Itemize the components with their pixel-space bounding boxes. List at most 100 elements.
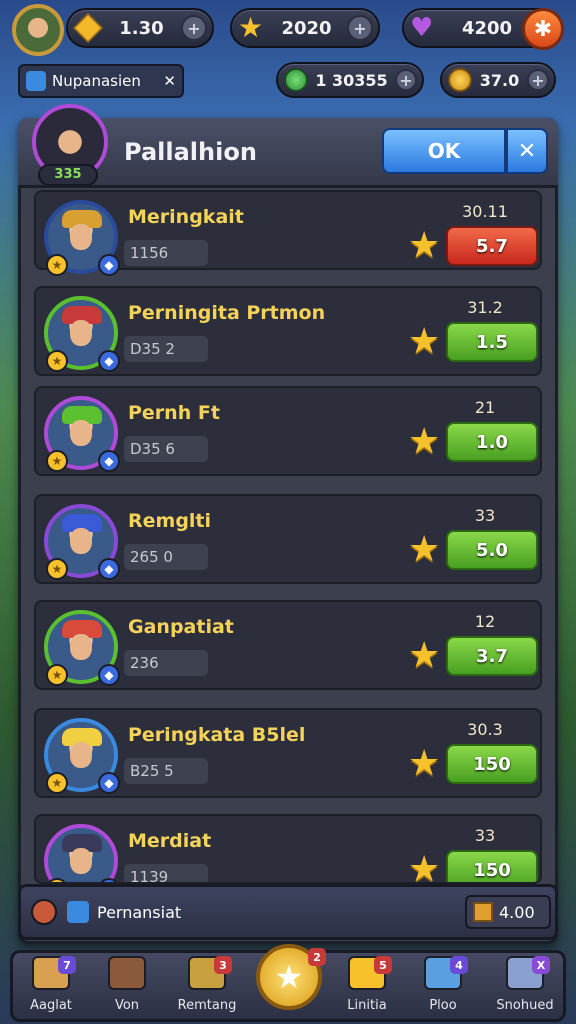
rank-badge-icon: ★	[46, 450, 68, 472]
reward-button[interactable]: 1.0	[446, 422, 538, 462]
nav-badge: 5	[374, 956, 392, 974]
location-chip[interactable]: Nupanasien ✕	[18, 64, 184, 98]
footer-value: 4.00	[499, 902, 535, 922]
face-icon	[70, 742, 92, 768]
footer-label: Pernansiat	[97, 903, 182, 922]
player-avatar: ★◆	[44, 396, 120, 472]
nav-item[interactable]: Von	[92, 954, 162, 1018]
player-name: Peringkata B5lel	[128, 724, 306, 746]
heart-gem-icon: ♥	[410, 13, 434, 43]
face-icon	[70, 528, 92, 554]
rank-badge-icon: ★	[46, 664, 68, 686]
player-score: 33	[474, 506, 496, 525]
player-avatar[interactable]	[12, 4, 64, 56]
reward-button[interactable]: 150	[446, 744, 538, 784]
add-resource-a-button[interactable]: +	[395, 69, 417, 91]
rank-badge-icon: ★	[46, 772, 68, 794]
gear-icon: ✱	[533, 16, 553, 42]
star-icon: ★	[408, 421, 441, 462]
map-icon	[26, 71, 46, 91]
star-icon: ★	[408, 529, 441, 570]
add-resource-b-button[interactable]: +	[527, 69, 549, 91]
player-avatar: ★◆	[44, 200, 120, 276]
nav-item[interactable]: Snohued X	[490, 954, 560, 1018]
nav-badge: 3	[214, 956, 232, 974]
star-icon: ★	[408, 635, 441, 676]
nav-label: Remtang	[177, 998, 237, 1013]
player-stat: 1156	[124, 240, 208, 266]
leaderboard-row[interactable]: ★ ◆ Ganpatiat 236 12 ★ 3.7	[34, 600, 542, 690]
player-name: Pernh Ft	[128, 402, 220, 424]
add-gold-button[interactable]: +	[181, 15, 207, 41]
star-counter: ★ 2020 +	[230, 8, 380, 48]
nav-item[interactable]: Ploo 4	[408, 954, 478, 1018]
leaderboard-row[interactable]: ★ ◆ Remglti 265 0 33 ★ 5.0	[34, 494, 542, 584]
player-name: Ganpatiat	[128, 616, 234, 638]
player-name: Perningita Prtmon	[128, 302, 326, 324]
nav-badge: 2	[308, 948, 326, 966]
leaderboard-row[interactable]: ★ ◆ Pernh Ft D35 6 21 ★ 1.0	[34, 386, 542, 476]
shop-icon	[108, 956, 146, 990]
gold-counter: 1.30 +	[66, 8, 214, 48]
player-stat: B25 5	[124, 758, 208, 784]
player-score: 30.3	[467, 720, 503, 739]
nav-badge: 7	[58, 956, 76, 974]
leaderboard-row[interactable]: ★ ◆ Meringkait 1156 30.11 ★ 5.7	[34, 190, 542, 276]
player-score: 30.11	[462, 202, 508, 221]
leaderboard-row[interactable]: ★◆ Merdiat 1139 33 ★150	[34, 814, 542, 884]
coin-icon	[448, 68, 472, 92]
player-avatar: ★◆	[44, 504, 120, 580]
face-icon	[70, 224, 92, 250]
player-name: Meringkait	[128, 206, 244, 228]
nav-item[interactable]: Aaglat 7	[16, 954, 86, 1018]
resource-a-counter: 1 30355 +	[276, 62, 424, 98]
player-name: Remglti	[128, 510, 212, 532]
footer-value-chip[interactable]: 4.00	[465, 895, 551, 929]
face-icon	[70, 848, 92, 874]
face-icon	[70, 634, 92, 660]
player-avatar: ★◆	[44, 824, 120, 882]
nav-item[interactable]: Linitia 5	[332, 954, 402, 1018]
nav-item[interactable]: ★ 2	[254, 944, 326, 1010]
reward-button[interactable]: 150	[446, 850, 538, 882]
class-badge-icon: ◆	[98, 350, 120, 372]
player-avatar: ★◆	[44, 610, 120, 686]
ok-button[interactable]: OK	[382, 128, 506, 174]
star-value: 2020	[281, 17, 332, 39]
player-stat: 265 0	[124, 544, 208, 570]
nav-label: Ploo	[429, 998, 457, 1013]
leaderboard-row[interactable]: ★ ◆ Perningita Prtmon D35 2 31.2 ★ 1.5	[34, 286, 542, 376]
player-stat: 1139	[124, 864, 208, 882]
rank-badge-icon: ★	[46, 350, 68, 372]
close-icon[interactable]: ✕	[163, 72, 176, 90]
panel-header: 335 Pallalhion OK ✕	[18, 104, 558, 188]
player-score: 21	[474, 398, 496, 417]
player-score: 33	[474, 826, 496, 845]
resource-b-value: 37.0	[479, 70, 520, 90]
footer-bar: Pernansiat 4.00	[18, 884, 558, 940]
star-icon: ★	[408, 321, 441, 362]
nav-badge: X	[532, 956, 550, 974]
player-stat: D35 2	[124, 336, 208, 362]
nav-label: Linitia	[347, 998, 387, 1013]
player-avatar: ★◆	[44, 718, 120, 794]
class-badge-icon: ◆	[98, 450, 120, 472]
settings-button[interactable]: ✱	[522, 8, 564, 50]
class-badge-icon: ◆	[98, 254, 120, 276]
resource-a-value: 1 30355	[315, 70, 388, 90]
ticket-icon	[473, 902, 493, 922]
reward-button[interactable]: 1.5	[446, 322, 538, 362]
reward-button[interactable]: 3.7	[446, 636, 538, 676]
reward-button[interactable]: 5.0	[446, 530, 538, 570]
star-icon: ★	[408, 849, 441, 884]
leaderboard-row[interactable]: ★ ◆ Peringkata B5lel B25 5 30.3 ★ 150	[34, 708, 542, 798]
panel-title: Pallalhion	[124, 138, 257, 166]
nav-label: Snohued	[496, 998, 554, 1013]
star-icon: ★	[408, 225, 441, 266]
add-stars-button[interactable]: +	[347, 15, 373, 41]
nav-item[interactable]: Remtang 3	[172, 954, 242, 1018]
reward-button[interactable]: 5.7	[446, 226, 538, 266]
player-avatar: ★◆	[44, 296, 120, 372]
class-badge-icon: ◆	[98, 558, 120, 580]
close-panel-button[interactable]: ✕	[506, 128, 548, 174]
